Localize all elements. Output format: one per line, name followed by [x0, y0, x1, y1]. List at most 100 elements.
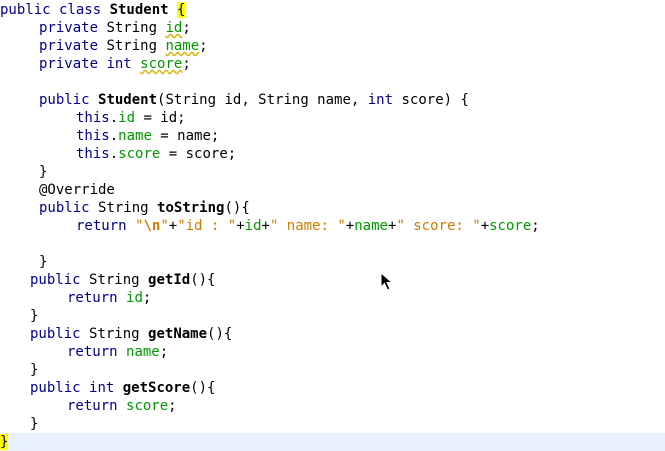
code-line[interactable]: public String getId(){	[0, 271, 665, 289]
code-token: (){	[207, 326, 233, 342]
code-token: " score: "	[396, 218, 481, 234]
code-token: int	[367, 92, 394, 108]
code-token: ;	[182, 56, 191, 72]
code-line[interactable]: private String id;	[0, 19, 665, 37]
code-token: +	[345, 218, 355, 234]
code-token: (){	[224, 200, 250, 216]
code-line[interactable]: public int getScore(){	[0, 379, 665, 397]
code-line[interactable]: return "\n"+"id : "+id+" name: "+name+" …	[0, 217, 665, 235]
code-line[interactable]: }	[0, 361, 665, 379]
code-token: ;	[159, 344, 169, 360]
code-token: id	[244, 218, 262, 234]
code-token: ;	[182, 20, 191, 36]
code-token: " name: "	[269, 218, 346, 234]
code-token: private	[39, 38, 107, 54]
code-token: this	[76, 110, 110, 126]
code-line[interactable]: this.name = name;	[0, 127, 665, 145]
code-token: Student	[98, 92, 158, 108]
code-token: getScore	[122, 380, 191, 396]
code-token: int	[106, 56, 141, 72]
code-editor[interactable]: public class Student {private String id;…	[0, 0, 665, 451]
code-token: +	[480, 218, 490, 234]
code-token: name	[165, 38, 200, 54]
code-token: private	[39, 20, 107, 36]
code-token: name	[126, 344, 160, 360]
code-token: .	[109, 110, 119, 126]
code-token: score	[118, 146, 161, 162]
code-token: private	[39, 56, 107, 72]
code-token: String	[89, 326, 149, 342]
code-token: }	[30, 308, 39, 324]
code-token: id	[118, 110, 136, 126]
code-token: public	[30, 272, 90, 288]
code-token: return	[67, 398, 127, 414]
code-token: score	[140, 56, 183, 72]
code-token: getId	[148, 272, 191, 288]
code-token: Student	[109, 2, 169, 18]
code-token: public class	[0, 2, 110, 18]
code-token: ;	[199, 38, 208, 54]
code-token: = id;	[135, 110, 186, 126]
code-line[interactable]	[0, 73, 665, 91]
code-line[interactable]: public String toString(){	[0, 199, 665, 217]
code-token: +	[168, 218, 178, 234]
code-token: @Override	[39, 182, 115, 198]
code-token: String	[106, 38, 166, 54]
code-line[interactable]: return score;	[0, 397, 665, 415]
code-line[interactable]: }	[0, 415, 665, 433]
code-line[interactable]: return name;	[0, 343, 665, 361]
code-token: ;	[168, 398, 177, 414]
code-line[interactable]	[0, 235, 665, 253]
code-token: score	[489, 218, 532, 234]
code-line[interactable]: private int score;	[0, 55, 665, 73]
code-token: String	[98, 200, 158, 216]
code-line[interactable]: public Student(String id, String name, i…	[0, 91, 665, 109]
code-token: return	[76, 218, 136, 234]
code-token: = score;	[160, 146, 237, 162]
code-token: .	[109, 146, 119, 162]
code-line[interactable]: this.score = score;	[0, 145, 665, 163]
code-token: }	[39, 254, 48, 270]
code-token: .	[109, 128, 119, 144]
code-token: name	[118, 128, 152, 144]
code-line[interactable]: @Override	[0, 181, 665, 199]
code-token: score	[126, 398, 169, 414]
code-token: (String id, String name,	[157, 92, 368, 108]
code-token: name	[354, 218, 388, 234]
code-token: public	[30, 380, 90, 396]
code-token: int	[89, 380, 123, 396]
code-token: return	[67, 290, 127, 306]
code-line-current[interactable]: }	[0, 433, 665, 451]
code-token: public	[39, 200, 99, 216]
code-token: id	[126, 290, 143, 306]
code-token: score) {	[393, 92, 469, 108]
code-token: String	[89, 272, 149, 288]
code-line[interactable]: return id;	[0, 289, 665, 307]
code-token: ;	[142, 290, 152, 306]
code-token: (){	[190, 272, 216, 288]
code-token: }	[39, 164, 48, 180]
code-token: \n	[143, 218, 161, 234]
code-line[interactable]: }	[0, 253, 665, 271]
code-token: String	[106, 20, 166, 36]
code-line[interactable]: }	[0, 163, 665, 181]
code-token: public	[39, 92, 99, 108]
code-token: {	[177, 2, 186, 18]
code-line[interactable]: this.id = id;	[0, 109, 665, 127]
code-token: getName	[148, 326, 208, 342]
code-line[interactable]: public String getName(){	[0, 325, 665, 343]
code-token: public	[30, 326, 90, 342]
code-token: this	[76, 128, 110, 144]
code-line[interactable]: }	[0, 307, 665, 325]
code-token: +	[261, 218, 270, 234]
code-token: "	[160, 218, 169, 234]
code-token: +	[236, 218, 245, 234]
code-token: "id : "	[177, 218, 237, 234]
code-token: (){	[190, 380, 216, 396]
code-token: return	[67, 344, 127, 360]
code-token: this	[76, 146, 110, 162]
code-line[interactable]: public class Student {	[0, 1, 665, 19]
code-line[interactable]: private String name;	[0, 37, 665, 55]
code-token: }	[0, 434, 9, 450]
